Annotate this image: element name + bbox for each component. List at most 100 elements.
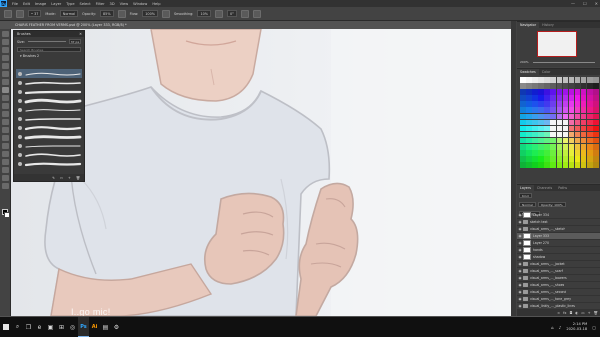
- color-swatch[interactable]: [544, 162, 550, 168]
- color-swatch[interactable]: [556, 107, 563, 113]
- menu-select[interactable]: Select: [80, 2, 91, 6]
- color-swatch[interactable]: [520, 95, 526, 101]
- color-swatch[interactable]: [580, 113, 587, 120]
- color-swatch[interactable]: [568, 156, 575, 162]
- brushes-panel-title[interactable]: Brushes ✕: [14, 31, 84, 37]
- color-swatch[interactable]: [538, 144, 544, 150]
- trash-icon[interactable]: 🗑: [76, 176, 80, 180]
- taskbar-clock[interactable]: 2:14 PM 2020-03-18: [566, 322, 587, 332]
- layer-row[interactable]: ◉ Layer 333: [517, 233, 600, 240]
- type-tool-icon[interactable]: [2, 151, 9, 157]
- color-swatch[interactable]: [550, 125, 556, 132]
- color-swatch[interactable]: [580, 107, 587, 113]
- home-icon[interactable]: [4, 9, 12, 18]
- pressure-size-icon[interactable]: [240, 9, 249, 18]
- color-swatch[interactable]: [550, 119, 556, 126]
- brush-preset-item[interactable]: [16, 87, 82, 96]
- color-swatch[interactable]: [544, 137, 550, 144]
- color-swatch[interactable]: [574, 131, 581, 138]
- color-swatch[interactable]: [574, 77, 581, 83]
- color-swatch[interactable]: [580, 101, 587, 107]
- color-swatch[interactable]: [538, 77, 544, 83]
- color-swatch[interactable]: [562, 95, 569, 101]
- color-swatch[interactable]: [587, 125, 593, 132]
- color-swatch[interactable]: [593, 89, 599, 95]
- color-swatch[interactable]: [574, 125, 581, 132]
- color-swatch[interactable]: [538, 150, 544, 156]
- color-swatch[interactable]: [562, 144, 569, 150]
- brush-preset-item[interactable]: [16, 96, 82, 105]
- color-swatch[interactable]: [593, 125, 599, 132]
- color-swatch[interactable]: [568, 150, 575, 156]
- layer-row[interactable]: ◉ visual_arms_..._shoes: [517, 282, 600, 289]
- color-swatch[interactable]: [526, 137, 532, 144]
- close-icon[interactable]: ✕: [79, 31, 82, 37]
- color-swatch[interactable]: [580, 162, 587, 168]
- color-swatch[interactable]: [568, 77, 575, 83]
- color-swatch[interactable]: [574, 95, 581, 101]
- color-swatch[interactable]: [568, 95, 575, 101]
- color-swatch[interactable]: [574, 137, 581, 144]
- color-swatch[interactable]: [556, 156, 563, 162]
- color-swatch[interactable]: [568, 107, 575, 113]
- adjustment-layer-icon[interactable]: ◐: [575, 311, 578, 315]
- color-swatch[interactable]: [538, 89, 544, 95]
- color-swatch[interactable]: [532, 101, 538, 107]
- new-group-icon[interactable]: ▭: [581, 311, 584, 315]
- tab-layers[interactable]: Layers: [517, 185, 534, 191]
- brush-size-picker[interactable]: • 37: [28, 10, 42, 17]
- color-swatch[interactable]: [593, 77, 599, 83]
- color-swatch[interactable]: [568, 131, 575, 138]
- color-swatch[interactable]: [538, 83, 544, 89]
- layer-row[interactable]: ◉ visual_arms_..._second: [517, 289, 600, 296]
- color-swatch[interactable]: [562, 107, 569, 113]
- color-swatch[interactable]: [580, 144, 587, 150]
- color-swatch[interactable]: [544, 83, 550, 89]
- color-swatch[interactable]: [580, 125, 587, 132]
- store-icon[interactable]: ⊞: [56, 317, 67, 337]
- new-group-icon[interactable]: ▭: [60, 176, 63, 180]
- color-swatch[interactable]: [593, 95, 599, 101]
- color-swatch[interactable]: [562, 162, 569, 168]
- color-swatch[interactable]: [532, 162, 538, 168]
- color-swatch[interactable]: [544, 144, 550, 150]
- maximize-button[interactable]: ☐: [583, 1, 587, 6]
- layer-row[interactable]: ◉ sketch text: [517, 219, 600, 226]
- color-swatch[interactable]: [526, 162, 532, 168]
- color-swatch[interactable]: [526, 83, 532, 89]
- color-swatch[interactable]: [532, 107, 538, 113]
- delete-layer-icon[interactable]: 🗑: [594, 311, 598, 315]
- color-swatch[interactable]: [574, 101, 581, 107]
- color-swatch[interactable]: [526, 144, 532, 150]
- smoothing-settings-icon[interactable]: [214, 9, 223, 18]
- new-layer-icon[interactable]: +: [588, 311, 591, 315]
- color-swatch[interactable]: [574, 162, 581, 168]
- color-swatch[interactable]: [520, 150, 526, 156]
- color-swatch[interactable]: [532, 156, 538, 162]
- color-swatch[interactable]: [574, 119, 581, 126]
- brush-preset-item[interactable]: [16, 141, 82, 150]
- color-swatch[interactable]: [544, 113, 550, 120]
- photoshop-icon[interactable]: Ps: [78, 317, 89, 337]
- color-swatch[interactable]: [538, 113, 544, 120]
- opacity-input[interactable]: 85%: [100, 10, 114, 17]
- brush-search-input[interactable]: Search Brushes: [17, 47, 81, 52]
- color-swatch[interactable]: [562, 131, 569, 138]
- color-swatch[interactable]: [526, 150, 532, 156]
- color-swatch[interactable]: [593, 113, 599, 120]
- history-brush-tool-icon[interactable]: [2, 103, 9, 109]
- layer-row[interactable]: ◉ visual_arms_..._tone_grey: [517, 296, 600, 303]
- color-swatch[interactable]: [538, 137, 544, 144]
- color-swatch[interactable]: [574, 156, 581, 162]
- minimize-button[interactable]: —: [571, 1, 575, 6]
- tab-history[interactable]: History: [539, 22, 557, 28]
- color-swatch[interactable]: [520, 125, 526, 132]
- color-swatch[interactable]: [562, 150, 569, 156]
- color-swatch[interactable]: [544, 131, 550, 138]
- color-swatch[interactable]: [520, 83, 526, 89]
- notifications-icon[interactable]: ▢: [592, 325, 596, 330]
- navigator-zoom-value[interactable]: 200%: [520, 60, 529, 64]
- color-swatch[interactable]: [532, 144, 538, 150]
- layer-style-icon[interactable]: fx: [563, 311, 566, 315]
- dodge-tool-icon[interactable]: [2, 135, 9, 141]
